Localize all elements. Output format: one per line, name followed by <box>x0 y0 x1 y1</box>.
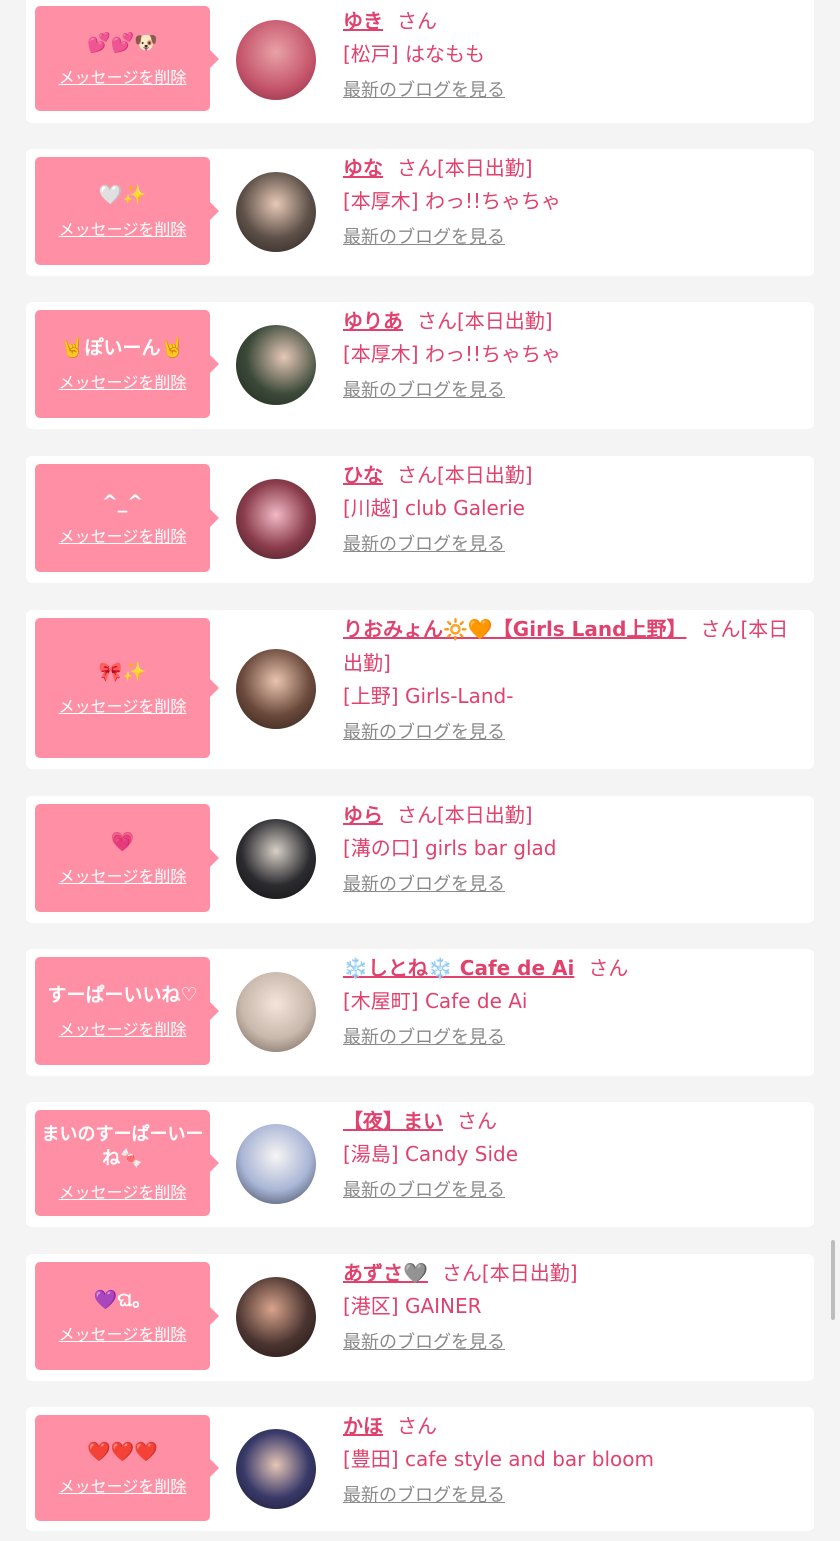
delete-message-link[interactable]: メッセージを削除 <box>59 64 187 88</box>
list-item: 💗 メッセージを削除 ゆら さん[本日出勤] [溝の口] girls bar gl… <box>26 796 814 923</box>
message-bubble: すーぱーいいね♡ メッセージを削除 <box>35 957 219 1065</box>
message-bubble: 🤍✨ メッセージを削除 <box>35 157 219 265</box>
latest-blog-link[interactable]: 最新のブログを見る <box>343 1176 505 1206</box>
attendance-status: [本日出勤] <box>437 803 533 827</box>
message-bubble: ^_^ メッセージを削除 <box>35 464 219 572</box>
list-item: すーぱーいいね♡ メッセージを削除 ❄️しとね❄️ Cafe de Ai さん [… <box>26 949 814 1076</box>
honorific: さん <box>441 1261 482 1285</box>
latest-blog-link[interactable]: 最新のブログを見る <box>343 76 505 106</box>
favorites-list: 💕💕🐶 メッセージを削除 ゆき さん [松戸] はなもも 最新のブログを見る 🤍✨… <box>0 0 840 1541</box>
list-item: まいのすーぱーいーね🍬 メッセージを削除 【夜】まい さん [湯島] Candy … <box>26 1102 814 1227</box>
avatar[interactable] <box>236 325 316 405</box>
shop-info: [木屋町] Cafe de Ai <box>343 989 528 1013</box>
cast-name-link[interactable]: 【夜】まい <box>343 1109 443 1133</box>
latest-blog-link[interactable]: 最新のブログを見る <box>343 1481 505 1511</box>
message-text: 💜ଘ。 <box>93 1289 152 1311</box>
avatar[interactable] <box>236 1277 316 1357</box>
attendance-status: [本日出勤] <box>481 1261 578 1285</box>
message-bubble: 💕💕🐶 メッセージを削除 <box>35 6 219 111</box>
delete-message-link[interactable]: メッセージを削除 <box>59 1179 187 1203</box>
delete-message-link[interactable]: メッセージを削除 <box>59 216 187 240</box>
cast-name-link[interactable]: ひな <box>343 463 383 487</box>
list-item: 🤍✨ メッセージを削除 ゆな さん[本日出勤] [本厚木] わっ!!ちゃちゃ 最新… <box>26 149 814 276</box>
honorific: さん <box>700 617 741 641</box>
shop-info: [本厚木] わっ!!ちゃちゃ <box>343 342 561 366</box>
shop-info: [湯島] Candy Side <box>343 1142 518 1166</box>
attendance-status: [本日出勤] <box>457 309 553 333</box>
delete-message-link[interactable]: メッセージを削除 <box>59 1473 187 1497</box>
attendance-status: [本日出勤] <box>437 156 533 180</box>
list-item: ^_^ メッセージを削除 ひな さん[本日出勤] [川越] club Galeri… <box>26 456 814 583</box>
honorific: さん <box>397 1414 437 1438</box>
scrollbar-thumb[interactable] <box>831 1240 835 1320</box>
honorific: さん <box>397 156 437 180</box>
delete-message-link[interactable]: メッセージを削除 <box>59 863 187 887</box>
cast-name-link[interactable]: ❄️しとね❄️ Cafe de Ai <box>343 956 574 980</box>
latest-blog-link[interactable]: 最新のブログを見る <box>343 718 505 748</box>
delete-message-link[interactable]: メッセージを削除 <box>59 1016 187 1040</box>
shop-info: [川越] club Galerie <box>343 496 525 520</box>
message-text: 💗 <box>110 831 135 853</box>
honorific: さん <box>397 9 437 33</box>
message-text: 🤍✨ <box>98 184 147 206</box>
list-item: 🎀✨ メッセージを削除 りおみょん🔆🧡【Girls Land上野】 さん[本日出勤… <box>26 610 814 769</box>
message-text: 🎀✨ <box>98 661 147 683</box>
shop-info: [豊田] cafe style and bar bloom <box>343 1447 654 1471</box>
list-item: 💜ଘ。 メッセージを削除 あずさ🩶 さん[本日出勤] [港区] GAINER 最新… <box>26 1254 814 1381</box>
message-text: ^_^ <box>101 491 144 513</box>
message-bubble: 🤘ぽいーん🤘 メッセージを削除 <box>35 310 219 418</box>
honorific: さん <box>588 956 629 980</box>
shop-info: [本厚木] わっ!!ちゃちゃ <box>343 189 561 213</box>
delete-message-link[interactable]: メッセージを削除 <box>59 369 187 393</box>
avatar[interactable] <box>236 172 316 252</box>
cast-name-link[interactable]: ゆき <box>343 9 383 33</box>
message-bubble: 🎀✨ メッセージを削除 <box>35 618 219 758</box>
message-text: 🤘ぽいーん🤘 <box>60 337 185 359</box>
attendance-status: [本日出勤] <box>437 463 533 487</box>
avatar[interactable] <box>236 1124 316 1204</box>
avatar[interactable] <box>236 819 316 899</box>
avatar[interactable] <box>236 1429 316 1509</box>
honorific: さん <box>397 803 437 827</box>
message-text: まいのすーぱーいーね🍬 <box>41 1124 204 1169</box>
shop-info: [松戸] はなもも <box>343 42 485 66</box>
cast-name-link[interactable]: りおみょん🔆🧡【Girls Land上野】 <box>343 617 686 641</box>
latest-blog-link[interactable]: 最新のブログを見る <box>343 870 505 900</box>
latest-blog-link[interactable]: 最新のブログを見る <box>343 530 505 560</box>
latest-blog-link[interactable]: 最新のブログを見る <box>343 376 505 406</box>
honorific: さん <box>397 463 437 487</box>
list-item: 💕💕🐶 メッセージを削除 ゆき さん [松戸] はなもも 最新のブログを見る <box>26 0 814 123</box>
cast-name-link[interactable]: あずさ🩶 <box>343 1261 428 1285</box>
honorific: さん <box>417 309 457 333</box>
message-text: すーぱーいいね♡ <box>47 984 198 1006</box>
avatar[interactable] <box>236 479 316 559</box>
cast-name-link[interactable]: ゆな <box>343 156 383 180</box>
delete-message-link[interactable]: メッセージを削除 <box>59 523 187 547</box>
latest-blog-link[interactable]: 最新のブログを見る <box>343 1328 505 1358</box>
shop-info: [上野] Girls-Land- <box>343 684 514 708</box>
list-item: ❤️❤️❤️ メッセージを削除 かほ さん [豊田] cafe style and… <box>26 1407 814 1531</box>
avatar[interactable] <box>236 972 316 1052</box>
latest-blog-link[interactable]: 最新のブログを見る <box>343 223 505 253</box>
message-bubble: ❤️❤️❤️ メッセージを削除 <box>35 1415 219 1521</box>
shop-info: [溝の口] girls bar glad <box>343 836 557 860</box>
delete-message-link[interactable]: メッセージを削除 <box>59 1321 187 1345</box>
cast-name-link[interactable]: かほ <box>343 1414 383 1438</box>
latest-blog-link[interactable]: 最新のブログを見る <box>343 1023 505 1053</box>
avatar[interactable] <box>236 20 316 100</box>
cast-name-link[interactable]: ゆら <box>343 803 383 827</box>
honorific: さん <box>457 1109 497 1133</box>
message-bubble: まいのすーぱーいーね🍬 メッセージを削除 <box>35 1110 219 1216</box>
message-text: 💕💕🐶 <box>87 31 158 54</box>
message-bubble: 💜ଘ。 メッセージを削除 <box>35 1262 219 1370</box>
avatar[interactable] <box>236 649 316 729</box>
message-bubble: 💗 メッセージを削除 <box>35 804 219 912</box>
message-text: ❤️❤️❤️ <box>87 1441 158 1463</box>
shop-info: [港区] GAINER <box>343 1294 482 1318</box>
list-item: 🤘ぽいーん🤘 メッセージを削除 ゆりあ さん[本日出勤] [本厚木] わっ!!ちゃ… <box>26 302 814 429</box>
delete-message-link[interactable]: メッセージを削除 <box>59 693 187 717</box>
cast-name-link[interactable]: ゆりあ <box>343 309 403 333</box>
